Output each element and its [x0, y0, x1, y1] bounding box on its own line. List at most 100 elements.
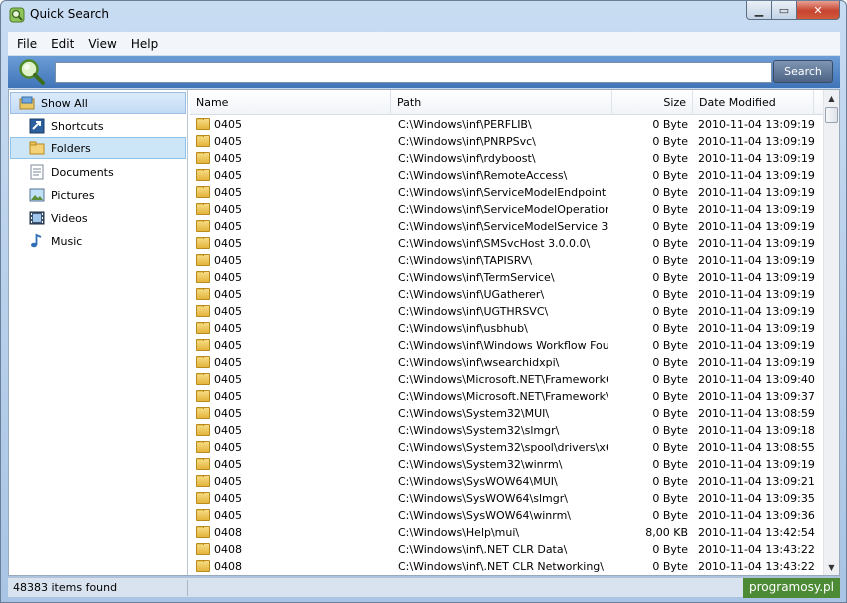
- sidebar-item-pictures[interactable]: Pictures: [10, 184, 186, 206]
- cell-name: 0405: [214, 458, 242, 471]
- window-title: Quick Search: [30, 7, 109, 21]
- table-row[interactable]: 0408 C:\Windows\inf\.NET CLR Networking\ 0…: [190, 558, 823, 575]
- cell-name: 0405: [214, 407, 242, 420]
- column-header-size[interactable]: Size: [612, 90, 693, 115]
- scroll-thumb[interactable]: [825, 107, 838, 123]
- table-row[interactable]: 0405 C:\Windows\inf\ServiceModelOperation…: [190, 201, 823, 218]
- cell-name: 0405: [214, 118, 242, 131]
- cell-date: 2010-11-04 13:09:19: [698, 322, 815, 335]
- cell-path: C:\Windows\inf\PERFLIB\: [398, 118, 532, 131]
- cell-size: 0 Byte: [652, 560, 688, 573]
- table-row[interactable]: 0405 C:\Windows\inf\ServiceModelService 3…: [190, 218, 823, 235]
- folder-icon: [196, 339, 210, 351]
- table-row[interactable]: 0405 C:\Windows\Microsoft.NET\Framework6.…: [190, 371, 823, 388]
- show-all-icon: [19, 96, 35, 110]
- cell-date: 2010-11-04 13:09:18: [698, 424, 815, 437]
- cell-date: 2010-11-04 13:09:19: [698, 305, 815, 318]
- table-row[interactable]: 0405 C:\Windows\Microsoft.NET\Framework\v…: [190, 388, 823, 405]
- cell-size: 8,00 KB: [645, 526, 688, 539]
- menu-view[interactable]: View: [83, 37, 121, 51]
- cell-name: 0405: [214, 441, 242, 454]
- cell-date: 2010-11-04 13:09:19: [698, 220, 815, 233]
- table-row[interactable]: 0405 C:\Windows\SysWOW64\slmgr\ 0 Byte 2010…: [190, 490, 823, 507]
- table-row[interactable]: 0405 C:\Windows\SysWOW64\MUI\ 0 Byte 2010-1…: [190, 473, 823, 490]
- scroll-up-icon[interactable]: ▲: [824, 90, 839, 106]
- close-icon: ✕: [813, 3, 823, 17]
- cell-name: 0405: [214, 186, 242, 199]
- close-button[interactable]: ✕: [797, 1, 840, 20]
- sidebar-item-folders[interactable]: Folders: [10, 137, 186, 159]
- folder-icon: [196, 203, 210, 215]
- search-input[interactable]: [55, 62, 772, 83]
- menu-edit[interactable]: Edit: [46, 37, 79, 51]
- folder-icon: [196, 186, 210, 198]
- sidebar-item-shortcuts[interactable]: Shortcuts: [10, 115, 186, 137]
- cell-date: 2010-11-04 13:09:19: [698, 458, 815, 471]
- table-row[interactable]: 0405 C:\Windows\inf\UGatherer\ 0 Byte 2010-…: [190, 286, 823, 303]
- cell-path: C:\Windows\inf\.NET CLR Data\: [398, 543, 568, 556]
- menu-file[interactable]: File: [12, 37, 42, 51]
- menu-help[interactable]: Help: [126, 37, 163, 51]
- table-row[interactable]: 0405 C:\Windows\inf\rdyboost\ 0 Byte 2010-1…: [190, 150, 823, 167]
- table-row[interactable]: 0405 C:\Windows\SysWOW64\winrm\ 0 Byte 2010…: [190, 507, 823, 524]
- table-row[interactable]: 0405 C:\Windows\inf\PNRPSvc\ 0 Byte 2010-11…: [190, 133, 823, 150]
- cell-date: 2010-11-04 13:09:19: [698, 271, 815, 284]
- sidebar-item-label: Show All: [41, 96, 88, 110]
- results-rows: 0405 C:\Windows\inf\PERFLIB\ 0 Byte 2010-11…: [190, 116, 823, 575]
- sidebar-item-music[interactable]: Music: [10, 230, 186, 252]
- table-row[interactable]: 0405 C:\Windows\inf\wsearchidxpi\ 0 Byte 20…: [190, 354, 823, 371]
- column-header-date[interactable]: Date Modified: [693, 90, 814, 115]
- sidebar-item-show-all[interactable]: Show All: [10, 92, 186, 114]
- cell-name: 0405: [214, 339, 242, 352]
- table-row[interactable]: 0405 C:\Windows\System32\slmgr\ 0 Byte 2010…: [190, 422, 823, 439]
- table-row[interactable]: 0405 C:\Windows\System32\winrm\ 0 Byte 2010…: [190, 456, 823, 473]
- table-row[interactable]: 0408 C:\Windows\Help\mui\ 8,00 KB 2010-11-0…: [190, 524, 823, 541]
- folder-icon: [196, 305, 210, 317]
- table-row[interactable]: 0405 C:\Windows\inf\UGTHRSVC\ 0 Byte 2010-1…: [190, 303, 823, 320]
- cell-size: 0 Byte: [652, 305, 688, 318]
- cell-path: C:\Windows\inf\rdyboost\: [398, 152, 536, 165]
- watermark: programosy.pl: [743, 578, 840, 598]
- scroll-down-icon[interactable]: ▼: [824, 559, 839, 575]
- sidebar-item-documents[interactable]: Documents: [10, 161, 186, 183]
- folder-icon: [196, 220, 210, 232]
- table-row[interactable]: 0405 C:\Windows\inf\Windows Workflow Foun…: [190, 337, 823, 354]
- table-row[interactable]: 0405 C:\Windows\inf\ServiceModelEndpoint …: [190, 184, 823, 201]
- table-row[interactable]: 0408 C:\Windows\inf\.NET CLR Data\ 0 Byte 2…: [190, 541, 823, 558]
- sidebar-item-videos[interactable]: Videos: [10, 207, 186, 229]
- cell-name: 0405: [214, 288, 242, 301]
- cell-size: 0 Byte: [652, 288, 688, 301]
- table-row[interactable]: 0405 C:\Windows\inf\usbhub\ 0 Byte 2010-11-…: [190, 320, 823, 337]
- app-icon: [9, 7, 25, 23]
- cell-name: 0405: [214, 492, 242, 505]
- vertical-scrollbar[interactable]: ▲ ▼: [823, 90, 839, 575]
- sidebar-item-label: Videos: [51, 211, 88, 225]
- table-row[interactable]: 0405 C:\Windows\inf\PERFLIB\ 0 Byte 2010-11…: [190, 116, 823, 133]
- column-header-name[interactable]: Name: [190, 90, 391, 115]
- table-row[interactable]: 0405 C:\Windows\inf\TAPISRV\ 0 Byte 2010-11…: [190, 252, 823, 269]
- folder-icon: [196, 237, 210, 249]
- folder-icon: [196, 271, 210, 283]
- table-row[interactable]: 0405 C:\Windows\System32\spool\drivers\x6…: [190, 439, 823, 456]
- sidebar-item-label: Music: [51, 234, 83, 248]
- title-bar[interactable]: Quick Search ▁ ▭ ✕: [1, 1, 846, 31]
- cell-path: C:\Windows\inf\.NET CLR Networking\: [398, 560, 604, 573]
- table-row[interactable]: 0405 C:\Windows\System32\MUI\ 0 Byte 2010-1…: [190, 405, 823, 422]
- folder-icon: [196, 458, 210, 470]
- minimize-button[interactable]: ▁: [746, 1, 772, 20]
- cell-path: C:\Windows\inf\usbhub\: [398, 322, 528, 335]
- folder-icon: [196, 118, 210, 130]
- search-button[interactable]: Search: [773, 60, 833, 83]
- cell-size: 0 Byte: [652, 186, 688, 199]
- cell-size: 0 Byte: [652, 407, 688, 420]
- table-row[interactable]: 0405 C:\Windows\inf\SMSvcHost 3.0.0.0\ 0 B…: [190, 235, 823, 252]
- cell-path: C:\Windows\SysWOW64\MUI\: [398, 475, 558, 488]
- table-row[interactable]: 0405 C:\Windows\inf\TermService\ 0 Byte 201…: [190, 269, 823, 286]
- maximize-button[interactable]: ▭: [772, 1, 797, 20]
- column-header-path[interactable]: Path: [391, 90, 612, 115]
- cell-path: C:\Windows\System32\slmgr\: [398, 424, 560, 437]
- cell-path: C:\Windows\inf\UGatherer\: [398, 288, 545, 301]
- table-row[interactable]: 0405 C:\Windows\inf\RemoteAccess\ 0 Byte 20…: [190, 167, 823, 184]
- status-item-count: 48383 items found: [13, 581, 118, 594]
- cell-name: 0405: [214, 203, 242, 216]
